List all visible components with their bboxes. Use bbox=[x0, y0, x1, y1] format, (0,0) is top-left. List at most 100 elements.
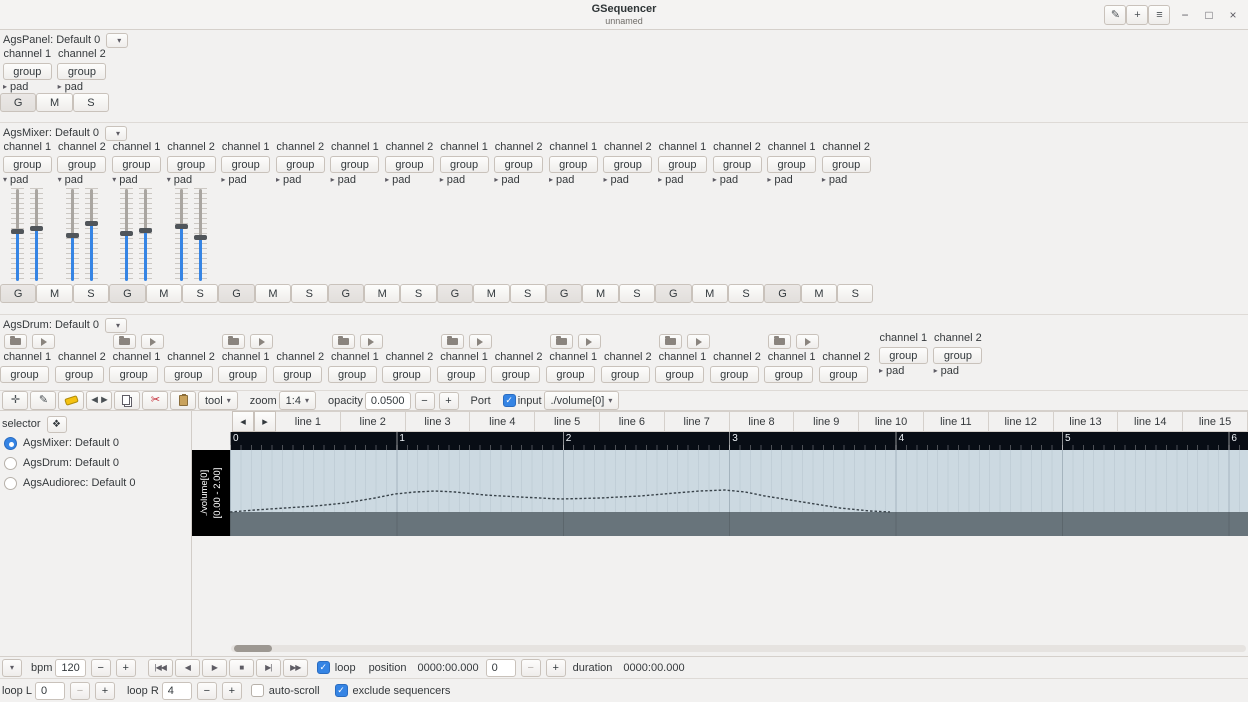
group-button[interactable]: group bbox=[821, 156, 871, 173]
group-button[interactable]: group bbox=[275, 156, 325, 173]
group-button[interactable]: group bbox=[166, 156, 216, 173]
position-cursor-button[interactable]: ✛ bbox=[2, 391, 28, 410]
position-decrement-button[interactable]: − bbox=[520, 658, 541, 677]
loop-r-input[interactable]: 4 bbox=[161, 681, 192, 700]
mute-toggle-button[interactable]: M bbox=[145, 284, 182, 303]
pad-expander[interactable]: ▸ pad bbox=[710, 173, 765, 186]
pad-expander[interactable]: ▸ pad bbox=[437, 173, 492, 186]
group-toggle-button[interactable]: G bbox=[436, 284, 474, 303]
goto-end-button[interactable]: ▶▶ bbox=[282, 658, 308, 677]
opacity-input[interactable]: 0.0500 bbox=[364, 391, 411, 410]
group-button[interactable]: group bbox=[57, 156, 107, 173]
group-button[interactable]: group bbox=[548, 156, 598, 173]
copy-button[interactable] bbox=[114, 391, 140, 410]
group-toggle-button[interactable]: G bbox=[655, 284, 692, 303]
selector-settings-button[interactable]: ❖ bbox=[46, 415, 67, 433]
goto-start-button[interactable]: |◀◀ bbox=[147, 658, 173, 677]
group-button[interactable]: group bbox=[436, 366, 486, 383]
volume-slider[interactable] bbox=[84, 188, 98, 282]
line-tab[interactable]: line 3 bbox=[405, 411, 471, 432]
line-tab[interactable]: line 2 bbox=[340, 411, 406, 432]
pad-expander[interactable]: ▸ pad bbox=[876, 364, 931, 377]
pad-expander[interactable]: ▾ pad bbox=[55, 173, 110, 186]
automation-edit-area[interactable] bbox=[230, 450, 1248, 536]
volume-slider[interactable] bbox=[65, 188, 79, 282]
line-tab[interactable]: line 15 bbox=[1183, 411, 1248, 432]
group-button[interactable]: group bbox=[163, 366, 213, 383]
open-button[interactable] bbox=[113, 334, 137, 349]
zoom-dropdown[interactable]: 1:4 ▾ bbox=[278, 391, 316, 410]
group-button[interactable]: group bbox=[57, 63, 107, 80]
line-tab[interactable]: line 14 bbox=[1118, 411, 1184, 432]
mixer-machine-menu-button[interactable]: ▾ bbox=[104, 125, 127, 141]
open-button[interactable] bbox=[331, 334, 355, 349]
mute-toggle-button[interactable]: M bbox=[254, 284, 292, 303]
seek-forward-button[interactable]: ▶| bbox=[255, 658, 281, 677]
input-checkbox[interactable]: ✓ bbox=[502, 394, 516, 407]
panel-machine-menu-button[interactable]: ▾ bbox=[106, 32, 129, 48]
group-button[interactable]: group bbox=[600, 366, 650, 383]
cut-button[interactable]: ✂ bbox=[142, 391, 168, 410]
open-button[interactable] bbox=[222, 334, 246, 349]
edit-button[interactable]: ✎ bbox=[30, 391, 56, 410]
tabs-scroll-right-button[interactable]: ▸ bbox=[254, 411, 276, 432]
line-tab[interactable]: line 9 bbox=[794, 411, 860, 432]
play-button[interactable] bbox=[359, 334, 383, 349]
play-button[interactable] bbox=[468, 334, 492, 349]
pad-expander[interactable]: ▸ pad bbox=[491, 173, 546, 186]
group-button[interactable]: group bbox=[384, 156, 434, 173]
mute-toggle-button[interactable]: M bbox=[800, 284, 838, 303]
document-edit-button[interactable]: ✎ bbox=[1104, 5, 1126, 25]
position-spin-input[interactable]: 0 bbox=[485, 658, 516, 677]
group-button[interactable]: group bbox=[545, 366, 595, 383]
line-tab[interactable]: line 4 bbox=[470, 411, 536, 432]
group-button[interactable]: group bbox=[933, 347, 983, 364]
solo-toggle-button[interactable]: S bbox=[291, 284, 328, 303]
port-dropdown[interactable]: ./volume[0] ▾ bbox=[543, 391, 620, 410]
exclude-sequencers-checkbox[interactable]: ✓ bbox=[334, 684, 348, 697]
group-button[interactable]: group bbox=[221, 156, 271, 173]
machine-radio-option[interactable]: AgsMixer: Default 0 bbox=[2, 433, 189, 453]
group-button[interactable]: group bbox=[655, 366, 705, 383]
group-button[interactable]: group bbox=[603, 156, 653, 173]
pad-expander[interactable]: ▾ pad bbox=[0, 173, 55, 186]
line-tab[interactable]: line 6 bbox=[599, 411, 665, 432]
line-tab[interactable]: line 7 bbox=[664, 411, 730, 432]
timeline-ruler[interactable]: 0 1 2 3 4 5 6 bbox=[230, 432, 1248, 450]
group-button[interactable]: group bbox=[272, 366, 322, 383]
play-button[interactable] bbox=[32, 334, 55, 349]
menu-button[interactable]: ≡ bbox=[1148, 5, 1170, 25]
group-button[interactable]: group bbox=[494, 156, 544, 173]
machine-radio-option[interactable]: AgsDrum: Default 0 bbox=[2, 453, 189, 473]
group-button[interactable]: group bbox=[218, 366, 268, 383]
play-button[interactable] bbox=[577, 334, 601, 349]
pad-expander[interactable]: ▸ pad bbox=[655, 173, 710, 186]
clear-button[interactable] bbox=[58, 391, 84, 410]
group-button[interactable]: group bbox=[878, 347, 928, 364]
volume-slider[interactable] bbox=[139, 188, 153, 282]
pad-expander[interactable]: ▸ pad bbox=[931, 364, 986, 377]
pad-expander[interactable]: ▸ pad bbox=[328, 173, 383, 186]
solo-toggle-button[interactable]: S bbox=[72, 93, 110, 112]
horizontal-scrollbar[interactable] bbox=[231, 645, 1246, 652]
group-toggle-button[interactable]: G bbox=[764, 284, 801, 303]
volume-slider[interactable] bbox=[120, 188, 134, 282]
group-toggle-button[interactable]: G bbox=[0, 93, 37, 112]
group-button[interactable]: group bbox=[382, 366, 432, 383]
volume-slider[interactable] bbox=[194, 188, 208, 282]
solo-toggle-button[interactable]: S bbox=[727, 284, 765, 303]
line-tab[interactable]: line 13 bbox=[1053, 411, 1119, 432]
line-tab[interactable]: line 1 bbox=[276, 411, 341, 432]
volume-slider[interactable] bbox=[30, 188, 44, 282]
pad-expander[interactable]: ▾ pad bbox=[164, 173, 219, 186]
group-button[interactable]: group bbox=[327, 366, 377, 383]
group-button[interactable]: group bbox=[439, 156, 489, 173]
solo-toggle-button[interactable]: S bbox=[509, 284, 546, 303]
solo-toggle-button[interactable]: S bbox=[72, 284, 110, 303]
scrollbar-thumb[interactable] bbox=[234, 645, 272, 652]
open-button[interactable] bbox=[4, 334, 27, 349]
mute-toggle-button[interactable]: M bbox=[36, 93, 73, 112]
loop-r-decrement-button[interactable]: − bbox=[196, 681, 217, 700]
group-button[interactable]: group bbox=[767, 156, 817, 173]
group-button[interactable]: group bbox=[54, 366, 104, 383]
